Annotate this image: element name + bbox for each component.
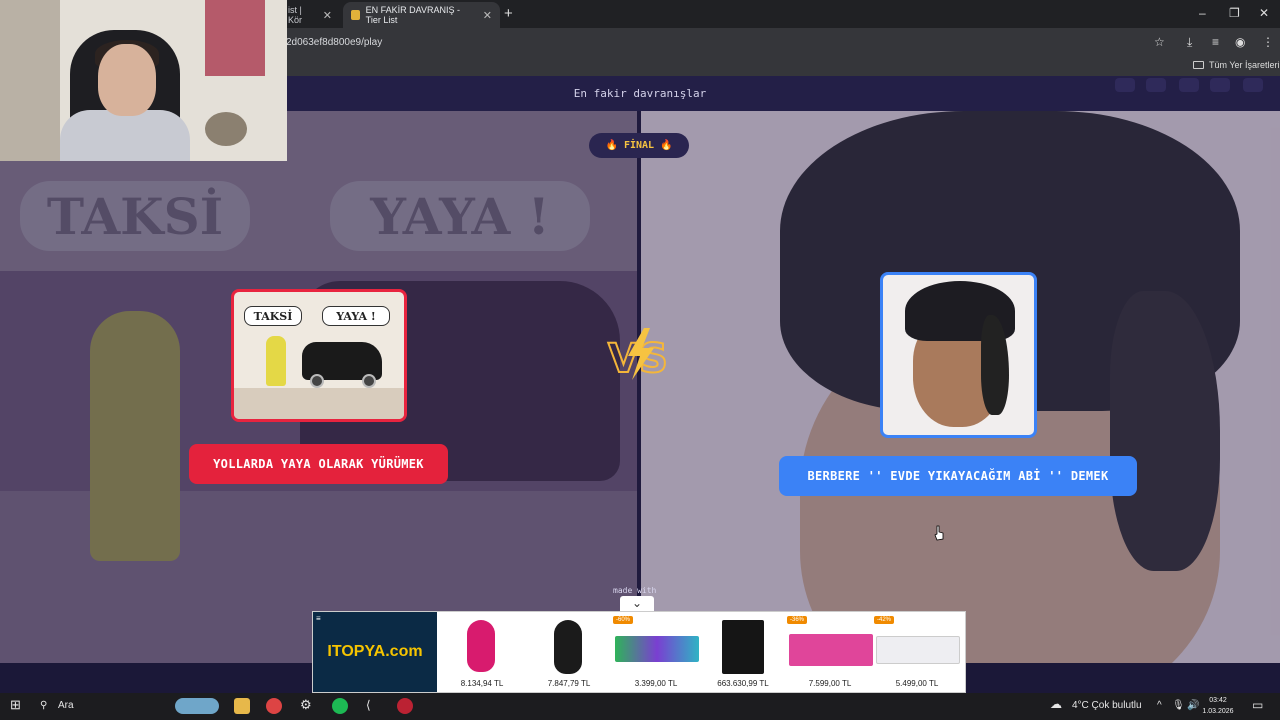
ad-banner[interactable]: ITOPYA.com ≡ 8.134,94 TL 7.847,79 TL -60…	[312, 611, 966, 693]
tab-label: EN FAKİR DAVRANIŞ - Tier List	[365, 5, 461, 25]
discount-badge: -42%	[874, 616, 895, 624]
round-badge-label: FİNAL	[623, 140, 655, 151]
tray-chevron-icon[interactable]: ^	[1157, 700, 1162, 711]
made-with-label: made with	[613, 586, 657, 595]
close-window-button[interactable]: ✕	[1259, 6, 1269, 20]
ad-product-price: 7.847,79 TL	[547, 679, 591, 688]
windows-start-icon[interactable]: ⊞	[10, 697, 21, 713]
search-icon[interactable]: ⚲	[40, 700, 47, 711]
tab-active[interactable]: EN FAKİR DAVRANIŞ - Tier List ✕	[343, 2, 500, 28]
wall-painting	[205, 0, 265, 76]
download-icon[interactable]: ⤓	[1187, 35, 1192, 50]
profile-icon[interactable]: ◉	[1235, 35, 1245, 49]
streamer-face	[98, 44, 156, 116]
ad-product-price: 3.399,00 TL	[634, 679, 678, 688]
hand-cursor-icon	[934, 525, 944, 541]
media-icon[interactable]: ≡	[1212, 35, 1219, 49]
tab-tierlist-previous[interactable]: ist | Kör ✕	[280, 2, 340, 28]
clock-time: 03:42	[1209, 697, 1227, 704]
menu-icon: ≡	[316, 614, 321, 623]
ad-product-price: 8.134,94 TL	[460, 679, 504, 688]
star-icon[interactable]: ☆	[1154, 35, 1165, 49]
weather-icon: ☁	[1050, 697, 1062, 711]
file-explorer-icon[interactable]	[234, 698, 250, 714]
taksi-sign: TAKSİ	[244, 306, 302, 326]
settings-icon[interactable]: ⚙	[300, 697, 312, 713]
mouse-icon	[467, 620, 495, 672]
screen: En fakir davranışlar TAKSİ YAYA ! 🔥 FİNA…	[0, 0, 1280, 720]
mic-icon[interactable]: 🎙	[1172, 700, 1185, 711]
list-button[interactable]	[1210, 78, 1230, 92]
taskbar-clock[interactable]: 03:42 1.03.2026	[1200, 695, 1236, 717]
widget-icon[interactable]	[175, 698, 219, 714]
collapse-ad-button[interactable]: ⌄	[620, 596, 654, 612]
yaya-sign: YAYA !	[322, 306, 390, 326]
info-button[interactable]	[1179, 78, 1199, 92]
folder-icon	[1193, 61, 1204, 69]
cat	[205, 112, 247, 146]
ad-brand-logo[interactable]: ITOPYA.com	[313, 612, 437, 692]
ad-product[interactable]: 7.847,79 TL	[526, 616, 612, 690]
fire-icon: 🔥	[605, 140, 618, 151]
left-option-button[interactable]: YOLLARDA YAYA OLARAK YÜRÜMEK	[189, 444, 448, 484]
restore-button[interactable]: ❐	[1229, 6, 1240, 20]
webcam-overlay	[0, 0, 287, 161]
save-button[interactable]	[1146, 78, 1166, 92]
weather-text[interactable]: 4°C Çok bulutlu	[1072, 700, 1142, 711]
ad-product[interactable]: 663.630,99 TL	[700, 616, 786, 690]
ad-product-price: 663.630,99 TL	[717, 679, 769, 688]
discount-badge: -36%	[787, 616, 808, 624]
tab-label: ist | Kör	[288, 5, 303, 25]
chrome-icon[interactable]	[266, 698, 282, 714]
close-icon[interactable]: ✕	[483, 9, 492, 22]
pc-case-icon	[722, 620, 764, 674]
taskbar-search[interactable]: Ara	[58, 700, 74, 711]
vs-icon: VS	[607, 328, 669, 382]
fullscreen-button[interactable]	[1243, 78, 1263, 92]
pedestrian-illustration	[266, 336, 286, 386]
fire-icon: 🔥	[660, 140, 673, 151]
volume-icon[interactable]: 🔊	[1187, 700, 1199, 711]
round-badge: 🔥 FİNAL 🔥	[589, 133, 689, 158]
mouse-icon	[554, 620, 582, 674]
recorder-icon[interactable]	[397, 698, 413, 714]
app-icon[interactable]: ⟨	[366, 698, 371, 712]
discount-badge: -60%	[613, 616, 634, 624]
keyboard-icon	[876, 636, 960, 664]
undo-button[interactable]	[1115, 78, 1135, 92]
ad-product[interactable]: -60% 3.399,00 TL	[613, 616, 699, 690]
notification-icon[interactable]: ▭	[1252, 698, 1263, 712]
chevron-down-icon: ⌄	[631, 596, 643, 610]
keyboard-icon	[789, 634, 873, 666]
ad-product-price: 5.499,00 TL	[895, 679, 939, 688]
ad-product-price: 7.599,00 TL	[808, 679, 852, 688]
keyboard-icon	[615, 636, 699, 662]
more-icon[interactable]: ⋮	[1262, 35, 1274, 49]
minimize-button[interactable]: –	[1199, 6, 1206, 20]
ad-product[interactable]: 8.134,94 TL	[439, 616, 525, 690]
right-option-button[interactable]: BERBERE '' EVDE YIKAYACAĞIM ABİ '' DEMEK	[779, 456, 1137, 496]
left-option-image[interactable]: TAKSİ YAYA !	[231, 289, 407, 422]
clock-date: 1.03.2026	[1202, 708, 1234, 715]
all-bookmarks-label: Tüm Yer İşaretleri	[1209, 60, 1280, 70]
close-icon[interactable]: ✕	[323, 9, 332, 22]
right-option-image[interactable]	[880, 272, 1037, 438]
favicon-icon	[351, 10, 360, 20]
url-text[interactable]: 2d063ef8d800e9/play	[286, 37, 382, 48]
all-bookmarks[interactable]: Tüm Yer İşaretleri	[1193, 60, 1280, 70]
spotify-icon[interactable]	[332, 698, 348, 714]
new-tab-button[interactable]: +	[504, 5, 513, 22]
pane-divider	[637, 111, 641, 663]
ad-product[interactable]: -36% 7.599,00 TL	[787, 616, 873, 690]
ad-product[interactable]: -42% 5.499,00 TL	[874, 616, 960, 690]
